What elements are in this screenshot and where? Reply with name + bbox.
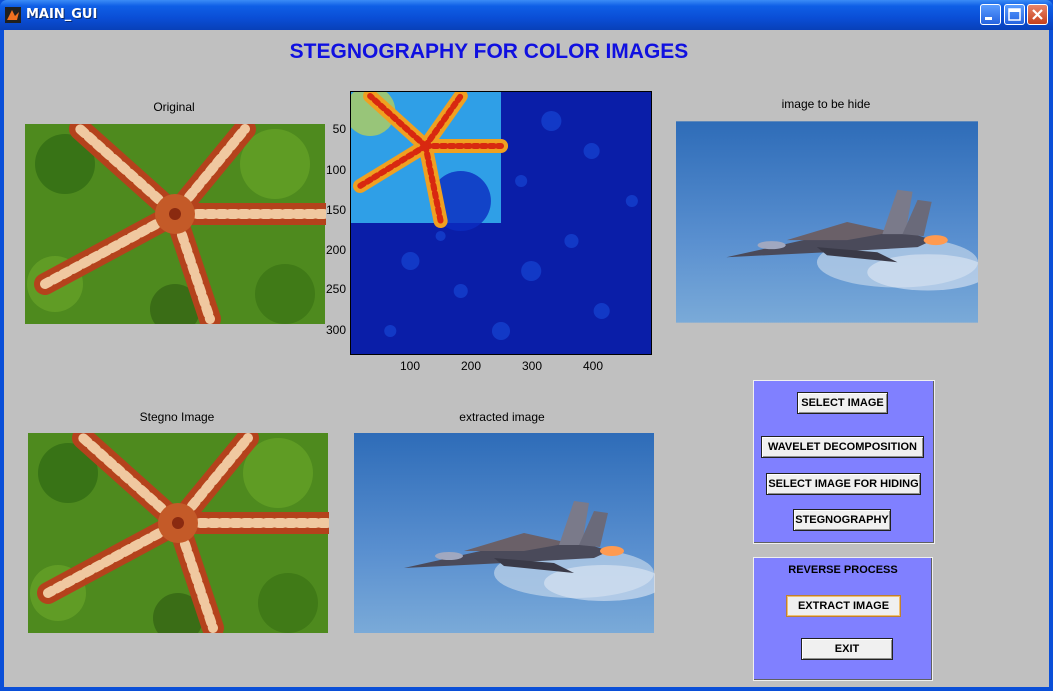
y-tick: 100 [325, 163, 346, 177]
wavelet-decomposition-button[interactable]: WAVELET DECOMPOSITION [761, 436, 924, 458]
y-tick: 300 [325, 323, 346, 337]
main-window: MAIN_GUI STEGNOGRAPHY FOR COLOR IMAGES O… [0, 0, 1053, 691]
x-tick: 100 [400, 359, 421, 373]
x-tick: 400 [583, 359, 604, 373]
x-tick: 200 [461, 359, 482, 373]
y-tick: 200 [325, 243, 346, 257]
select-image-button[interactable]: SELECT IMAGE [797, 392, 888, 414]
maximize-icon[interactable] [1004, 4, 1025, 25]
stegno-label: Stegno Image [139, 410, 215, 424]
close-icon[interactable] [1027, 4, 1048, 25]
x-tick: 300 [522, 359, 543, 373]
page-title: STEGNOGRAPHY FOR COLOR IMAGES [289, 40, 689, 63]
figure-area: STEGNOGRAPHY FOR COLOR IMAGES Original 5… [4, 30, 1049, 687]
original-label: Original [153, 100, 195, 114]
hide-image-label: image to be hide [781, 97, 871, 111]
select-image-for-hiding-button[interactable]: SELECT IMAGE FOR HIDING [766, 473, 921, 495]
stegnography-button[interactable]: STEGNOGRAPHY [793, 509, 891, 531]
extract-image-button[interactable]: EXTRACT IMAGE [786, 595, 901, 617]
y-tick: 250 [325, 282, 346, 296]
stegno-image [27, 433, 329, 633]
reverse-process-title: REVERSE PROCESS [788, 564, 898, 576]
extracted-label: extracted image [459, 410, 545, 424]
reverse-panel: REVERSE PROCESS EXTRACT IMAGE EXIT [753, 557, 933, 681]
y-tick: 50 [332, 122, 346, 136]
window-title: MAIN_GUI [26, 7, 98, 22]
matlab-icon [5, 7, 21, 23]
title-bar[interactable]: MAIN_GUI [0, 0, 1053, 30]
wavelet-plot [350, 91, 652, 355]
original-image [24, 124, 326, 324]
hide-image [676, 121, 978, 323]
exit-button[interactable]: EXIT [801, 638, 893, 660]
minimize-icon[interactable] [980, 4, 1001, 25]
process-panel: SELECT IMAGE WAVELET DECOMPOSITION SELEC… [753, 380, 935, 544]
y-tick: 150 [325, 203, 346, 217]
extracted-image [354, 433, 655, 633]
